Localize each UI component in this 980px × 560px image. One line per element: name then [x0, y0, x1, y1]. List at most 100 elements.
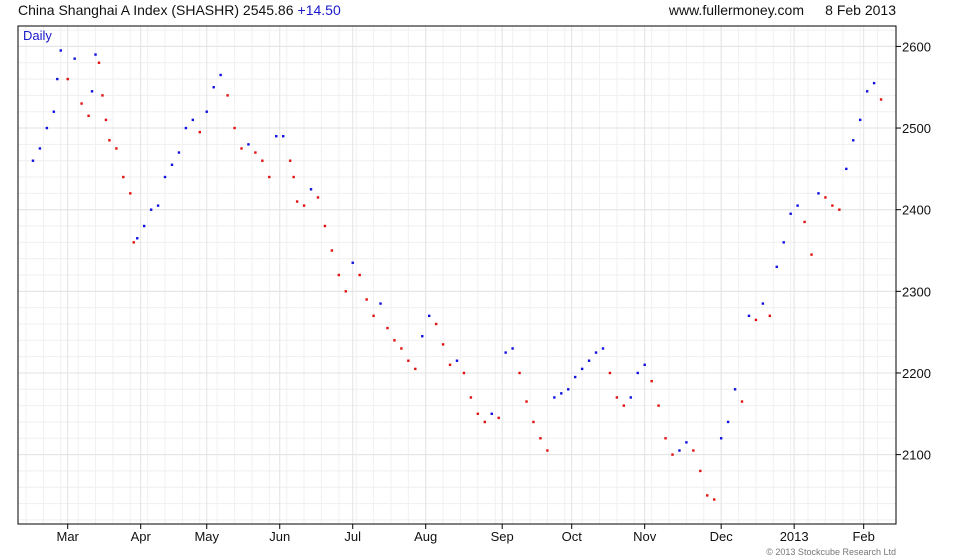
price-point [38, 147, 42, 150]
price-point [66, 77, 69, 81]
price-point [685, 441, 688, 444]
x-tick-label: Jun [269, 529, 290, 544]
price-point [427, 314, 431, 318]
price-point [142, 224, 146, 228]
price-point [782, 241, 785, 244]
price-point [358, 273, 361, 277]
price-point [156, 204, 160, 207]
price-point [525, 400, 528, 403]
price-point [740, 400, 744, 403]
price-point [52, 110, 56, 113]
price-point [664, 437, 667, 440]
price-point [754, 318, 758, 322]
price-point [136, 237, 139, 240]
price-point [365, 298, 368, 301]
price-point [80, 102, 83, 105]
price-point [407, 359, 410, 362]
price-point [316, 196, 320, 199]
minor-gridlines [18, 26, 896, 524]
x-tick-label: Sep [491, 529, 514, 544]
price-point [59, 49, 62, 52]
price-point [441, 343, 445, 346]
price-point [622, 404, 626, 407]
price-point [45, 126, 49, 130]
price-point [539, 437, 542, 440]
price-point [184, 126, 188, 130]
price-point [400, 347, 403, 350]
price-point [226, 94, 229, 97]
price-point [90, 90, 94, 93]
x-tick-label: May [194, 529, 219, 544]
price-point [761, 302, 765, 305]
x-tick-label: Oct [562, 529, 583, 544]
price-point [789, 212, 792, 215]
price-point [108, 139, 111, 142]
price-point [810, 253, 813, 256]
y-tick-label: 2500 [902, 121, 931, 136]
price-point [858, 118, 862, 122]
y-tick-label: 2300 [902, 284, 931, 299]
price-point [455, 359, 459, 362]
price-point [448, 363, 452, 367]
price-point [747, 314, 751, 318]
price-point [852, 139, 855, 142]
price-point [198, 130, 201, 134]
price-point [775, 265, 778, 269]
price-point [309, 188, 313, 191]
price-point [497, 416, 500, 420]
y-tick-label: 2400 [902, 203, 931, 218]
price-point [817, 192, 820, 195]
price-point [567, 388, 570, 391]
price-point [282, 135, 285, 138]
price-point [824, 196, 827, 199]
price-point [330, 249, 334, 252]
x-tick-label: Aug [414, 529, 437, 544]
price-point [845, 167, 848, 171]
price-point [872, 81, 876, 85]
price-point [414, 367, 417, 371]
y-tick-label: 2200 [902, 366, 931, 381]
price-point [692, 449, 695, 452]
price-point [351, 261, 354, 264]
price-point [344, 290, 347, 293]
price-point [254, 151, 257, 154]
price-point [73, 57, 76, 60]
price-point [205, 110, 208, 113]
price-point [657, 404, 660, 407]
price-point [733, 388, 737, 391]
price-point [337, 273, 341, 277]
price-point [261, 159, 264, 162]
y-axis: 2100 2200 2300 2400 2500 2600 [896, 39, 931, 463]
price-point [115, 147, 118, 150]
price-point [97, 61, 101, 64]
price-point [504, 351, 507, 354]
price-point [483, 420, 487, 424]
price-point [104, 118, 108, 122]
price-point [490, 412, 493, 415]
price-point [706, 494, 709, 497]
price-point [587, 359, 591, 362]
price-point [323, 224, 327, 228]
price-point [532, 420, 535, 424]
price-point [212, 86, 215, 89]
price-point [372, 314, 375, 318]
price-point [56, 77, 59, 81]
x-tick-label: Nov [633, 529, 657, 544]
price-point [879, 98, 883, 101]
price-point [149, 208, 153, 211]
price-point [601, 347, 605, 350]
price-point [726, 420, 730, 424]
price-point [615, 396, 619, 399]
price-point [288, 159, 292, 162]
price-point [87, 114, 90, 118]
price-point [302, 204, 306, 207]
price-point [580, 367, 584, 371]
price-point [573, 375, 577, 379]
x-axis: Mar Apr May Jun Jul Aug Sep Oct Nov Dec 2013 Feb [57, 524, 875, 544]
x-tick-label: Dec [710, 529, 734, 544]
price-point [240, 147, 243, 150]
price-point [594, 351, 598, 354]
price-point [132, 241, 135, 244]
price-point [713, 498, 716, 501]
period-label: Daily [23, 28, 52, 43]
